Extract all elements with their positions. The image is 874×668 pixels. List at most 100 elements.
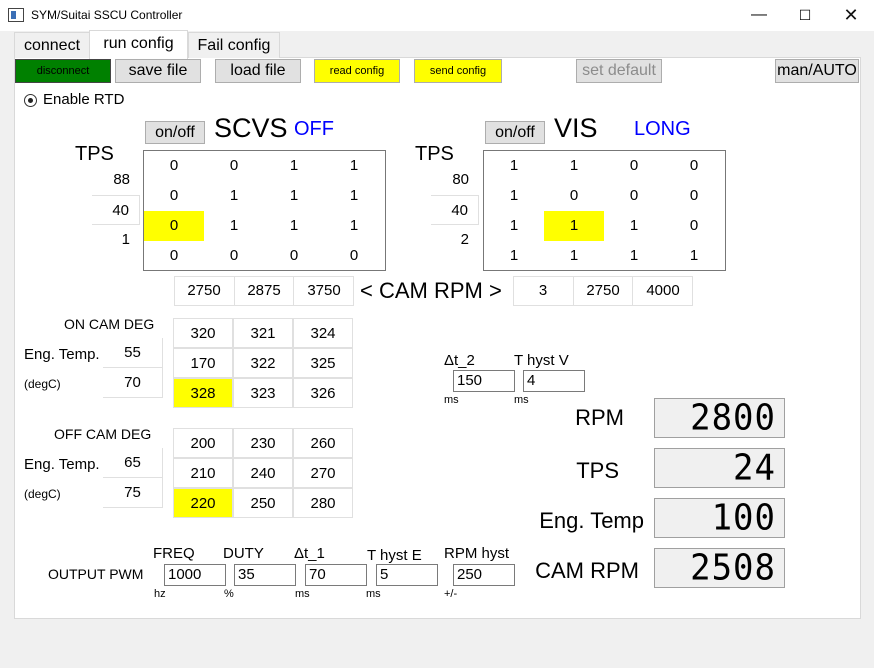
read-config-button[interactable]: read config xyxy=(314,59,400,83)
load-file-button[interactable]: load file xyxy=(215,59,301,83)
scvs-cell[interactable]: 1 xyxy=(204,211,264,241)
vis-cell[interactable]: 0 xyxy=(604,151,664,181)
vis-cell[interactable]: 0 xyxy=(664,211,724,241)
off-cam-cell[interactable]: 270 xyxy=(293,458,353,488)
duty-input[interactable]: 35 xyxy=(234,564,296,586)
off-cam-cell[interactable]: 210 xyxy=(173,458,233,488)
eng-temp-display: 100 xyxy=(654,498,785,538)
vis-cell[interactable]: 1 xyxy=(544,151,604,181)
scvs-cell[interactable]: 0 xyxy=(144,241,204,271)
vis-tps-value[interactable]: 2 xyxy=(431,225,479,255)
on-cam-cell[interactable]: 323 xyxy=(233,378,293,408)
on-cam-cell[interactable]: 326 xyxy=(293,378,353,408)
vis-tps-value[interactable]: 80 xyxy=(431,165,479,195)
scvs-cell[interactable]: 0 xyxy=(144,211,204,241)
tab-run-config[interactable]: run config xyxy=(89,30,188,59)
off-cam-cell[interactable]: 220 xyxy=(173,488,233,518)
off-cam-cell[interactable]: 240 xyxy=(233,458,293,488)
rpm-display: 2800 xyxy=(654,398,785,438)
scvs-cell[interactable]: 0 xyxy=(144,181,204,211)
vis-cell[interactable]: 1 xyxy=(544,211,604,241)
on-cam-cell[interactable]: 325 xyxy=(293,348,353,378)
off-cam-cell[interactable]: 260 xyxy=(293,428,353,458)
vis-cell[interactable]: 1 xyxy=(484,151,544,181)
vis-cell[interactable]: 0 xyxy=(664,181,724,211)
dt1-input[interactable]: 70 xyxy=(305,564,367,586)
off-cam-cell[interactable]: 200 xyxy=(173,428,233,458)
on-cam-cell[interactable]: 328 xyxy=(173,378,233,408)
scvs-cell[interactable]: 0 xyxy=(324,241,384,271)
tps-display: 24 xyxy=(654,448,785,488)
scvs-status: OFF xyxy=(294,118,334,140)
scvs-cell[interactable]: 1 xyxy=(264,211,324,241)
scvs-cell[interactable]: 0 xyxy=(144,151,204,181)
thyste-label: T hyst E xyxy=(367,547,422,564)
scvs-tps-value[interactable]: 40 xyxy=(92,195,140,225)
cam-rpm-label: < CAM RPM > xyxy=(360,278,502,303)
enable-rtd-label: Enable RTD xyxy=(43,91,125,108)
disconnect-button[interactable]: disconnect xyxy=(15,59,111,83)
off-cam-cell[interactable]: 230 xyxy=(233,428,293,458)
on-cam-cell[interactable]: 324 xyxy=(293,318,353,348)
off-cam-eng-temp-label: Eng. Temp. xyxy=(24,456,100,473)
vis-tps-value[interactable]: 40 xyxy=(431,195,479,225)
scvs-cell[interactable]: 0 xyxy=(264,241,324,271)
vis-cell[interactable]: 0 xyxy=(604,181,664,211)
close-button[interactable]: ✕ xyxy=(828,0,874,30)
thyste-input[interactable]: 5 xyxy=(376,564,438,586)
scvs-cell[interactable]: 1 xyxy=(324,181,384,211)
on-cam-cell[interactable]: 170 xyxy=(173,348,233,378)
tab-fail-config[interactable]: Fail config xyxy=(188,32,280,58)
save-file-button[interactable]: save file xyxy=(115,59,201,83)
scvs-tps-value[interactable]: 1 xyxy=(92,225,140,255)
tps-gauge-label: TPS xyxy=(576,458,619,483)
scvs-tps-label: TPS xyxy=(75,143,114,165)
scvs-onoff-button[interactable]: on/off xyxy=(145,121,205,144)
vis-cell[interactable]: 1 xyxy=(484,241,544,271)
scvs-cell[interactable]: 1 xyxy=(264,181,324,211)
scvs-cell[interactable]: 0 xyxy=(204,151,264,181)
off-cam-cell[interactable]: 280 xyxy=(293,488,353,518)
scvs-rpm-frame xyxy=(174,276,354,306)
vis-cell[interactable]: 1 xyxy=(604,241,664,271)
vis-cell[interactable]: 1 xyxy=(484,211,544,241)
vis-cell[interactable]: 1 xyxy=(484,181,544,211)
on-cam-cell[interactable]: 321 xyxy=(233,318,293,348)
enable-rtd-radio[interactable] xyxy=(24,94,37,107)
off-cam-temp-value[interactable]: 75 xyxy=(103,478,163,508)
off-cam-temp-value[interactable]: 65 xyxy=(103,448,163,478)
scvs-cell[interactable]: 1 xyxy=(324,151,384,181)
off-cam-cell[interactable]: 250 xyxy=(233,488,293,518)
scvs-tps-value[interactable]: 88 xyxy=(92,165,140,195)
vis-rpm-frame xyxy=(513,276,693,306)
tps-display-value: 24 xyxy=(733,447,776,489)
vis-onoff-button[interactable]: on/off xyxy=(485,121,545,144)
thystv-input[interactable]: 4 xyxy=(523,370,585,392)
set-default-button[interactable]: set default xyxy=(576,59,662,83)
tab-connect[interactable]: connect xyxy=(14,32,90,58)
on-cam-temp-value[interactable]: 55 xyxy=(103,338,163,368)
man-auto-button[interactable]: man/AUTO xyxy=(775,59,859,83)
off-cam-unit: (degC) xyxy=(24,487,61,501)
dt1-label: Δt_1 xyxy=(294,545,325,562)
scvs-cell[interactable]: 1 xyxy=(264,151,324,181)
scvs-cell[interactable]: 1 xyxy=(204,181,264,211)
thystv-label: T hyst V xyxy=(514,352,569,369)
vis-cell[interactable]: 1 xyxy=(664,241,724,271)
minimize-button[interactable]: — xyxy=(736,0,782,30)
on-cam-cell[interactable]: 322 xyxy=(233,348,293,378)
vis-cell[interactable]: 1 xyxy=(544,241,604,271)
scvs-cell[interactable]: 1 xyxy=(324,211,384,241)
vis-cell[interactable]: 0 xyxy=(544,181,604,211)
vis-cell[interactable]: 0 xyxy=(664,151,724,181)
on-cam-temp-value[interactable]: 70 xyxy=(103,368,163,398)
scvs-cell[interactable]: 0 xyxy=(204,241,264,271)
freq-input[interactable]: 1000 xyxy=(164,564,226,586)
scvs-title: SCVS xyxy=(214,113,288,143)
window-title: SYM/Suitai SSCU Controller xyxy=(31,8,183,22)
maximize-button[interactable]: ☐ xyxy=(782,0,828,30)
send-config-button[interactable]: send config xyxy=(414,59,502,83)
on-cam-cell[interactable]: 320 xyxy=(173,318,233,348)
vis-cell[interactable]: 1 xyxy=(604,211,664,241)
dt2-input[interactable]: 150 xyxy=(453,370,515,392)
